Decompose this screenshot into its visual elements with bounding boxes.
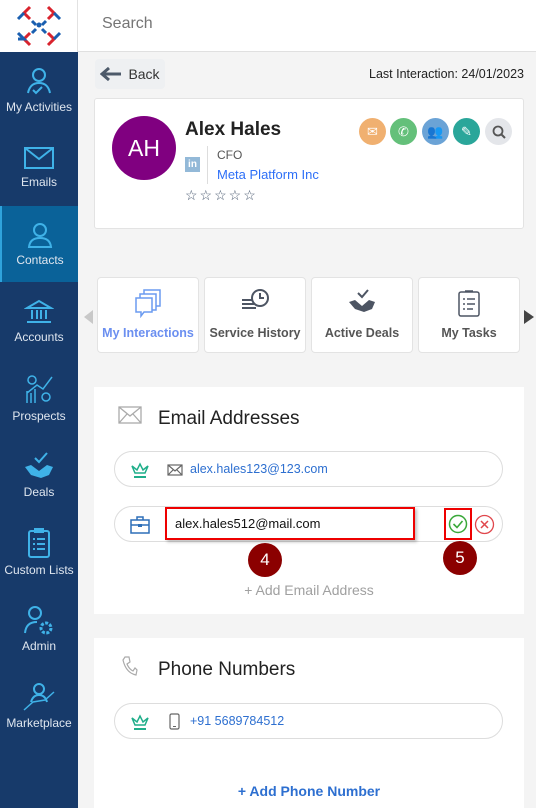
sidebar-item-deals[interactable]: Deals (0, 437, 78, 513)
back-button[interactable]: Back (95, 59, 165, 89)
meeting-action-button[interactable]: 👥 (422, 118, 449, 145)
phone-icon: ✆ (398, 123, 409, 139)
check-circle-icon (448, 514, 468, 534)
envelope-icon: ✉ (367, 123, 378, 139)
sidebar-item-prospects[interactable]: Prospects (0, 360, 78, 436)
app-logo[interactable] (0, 0, 78, 52)
arrow-left-icon (100, 67, 122, 81)
sidebar-item-admin[interactable]: Admin (0, 591, 78, 667)
star-rating[interactable]: ☆☆☆☆☆ (185, 187, 258, 204)
user-icon (27, 223, 53, 248)
clipboard-list-icon (458, 290, 480, 317)
email-row-primary: alex.hales123@123.com (114, 451, 503, 487)
envelope-icon (24, 147, 54, 169)
bank-icon (24, 299, 54, 323)
crown-icon (131, 462, 149, 478)
sidebar-item-label: My Activities (5, 100, 72, 114)
sidebar-item-label: Marketplace (6, 716, 72, 730)
handshake-icon (25, 452, 53, 478)
user-gear-icon (24, 606, 53, 635)
search-icon (492, 125, 506, 139)
search-input[interactable] (102, 15, 402, 33)
clipboard-list-icon (28, 528, 50, 558)
section-title: Phone Numbers (158, 659, 296, 680)
tab-active-deals[interactable]: Active Deals (311, 277, 413, 353)
sidebar: My Activities Emails Contacts Accounts P… (0, 52, 78, 808)
last-interaction: Last Interaction: 24/01/2023 (369, 67, 524, 81)
sidebar-item-label: Deals (23, 485, 55, 499)
history-clock-icon (242, 289, 269, 309)
tab-my-interactions[interactable]: My Interactions (97, 277, 199, 353)
crown-icon (131, 714, 149, 730)
phone-primary-link[interactable]: +91 5689784512 (190, 714, 284, 728)
handshake-icon (349, 289, 375, 312)
avatar: AH (112, 116, 176, 180)
sidebar-item-label: Emails (20, 175, 57, 189)
tab-my-tasks[interactable]: My Tasks (418, 277, 520, 353)
briefcase-icon (130, 516, 150, 534)
tab-label: My Tasks (441, 326, 497, 340)
chat-stack-icon (135, 289, 161, 318)
add-phone-number-button[interactable]: + Add Phone Number (94, 783, 524, 799)
note-action-button[interactable]: ✎ (453, 118, 480, 145)
back-label: Back (128, 66, 160, 82)
sidebar-item-emails[interactable]: Emails (0, 129, 78, 205)
chart-gear-icon (26, 375, 53, 403)
logo-icon (16, 5, 61, 47)
tab-label: Service History (209, 326, 301, 340)
users-icon: 👥 (427, 123, 444, 139)
add-email-address-button[interactable]: + Add Email Address (94, 582, 524, 598)
sidebar-item-marketplace[interactable]: Marketplace (0, 668, 78, 744)
sidebar-item-contacts[interactable]: Contacts (0, 206, 78, 282)
user-check-icon (27, 68, 51, 95)
email-primary-link[interactable]: alex.hales123@123.com (190, 462, 328, 476)
divider (207, 146, 208, 184)
sidebar-item-label: Admin (21, 639, 56, 653)
envelope-icon (118, 406, 142, 424)
contact-company-link[interactable]: Meta Platform Inc (217, 167, 319, 182)
linkedin-icon[interactable]: in (185, 157, 200, 172)
sidebar-item-label: Accounts (14, 330, 64, 344)
tab-service-history[interactable]: Service History (204, 277, 306, 353)
sidebar-item-label: Prospects (12, 409, 66, 423)
tab-label: Active Deals (324, 326, 400, 340)
section-title: Email Addresses (158, 408, 300, 429)
search-action-button[interactable] (485, 118, 512, 145)
tabs-scroll-right[interactable] (524, 310, 534, 324)
sidebar-item-label: Custom Lists (4, 563, 74, 577)
call-action-button[interactable]: ✆ (390, 118, 417, 145)
email-addresses-section: Email Addresses alex.hales123@123.com + … (94, 387, 524, 614)
contact-title: CFO (217, 148, 243, 162)
clipboard-pen-icon: ✎ (461, 123, 472, 139)
phone-icon (122, 656, 138, 676)
marketplace-icon (23, 683, 55, 711)
confirm-email-button[interactable] (444, 508, 472, 540)
sidebar-item-label: Contacts (16, 253, 64, 267)
tab-label: My Interactions (102, 326, 194, 340)
mobile-icon (169, 713, 180, 730)
contact-name: Alex Hales (185, 119, 282, 140)
step-badge-5: 5 (443, 541, 477, 575)
phone-row-primary: +91 5689784512 (114, 703, 503, 739)
sidebar-item-custom-lists[interactable]: Custom Lists (0, 514, 78, 590)
phone-numbers-section: Phone Numbers +91 5689784512 + Add Phone… (94, 638, 524, 808)
tabs-scroll-left[interactable] (84, 310, 93, 324)
email-action-button[interactable]: ✉ (359, 118, 386, 145)
top-header (78, 0, 536, 52)
sidebar-item-accounts[interactable]: Accounts (0, 283, 78, 359)
contact-profile-card: AH Alex Hales in CFO Meta Platform Inc ☆… (94, 98, 524, 229)
step-badge-4: 4 (248, 543, 282, 577)
sidebar-item-my-activities[interactable]: My Activities (0, 52, 78, 128)
cancel-email-button[interactable] (474, 514, 495, 535)
envelope-icon (167, 464, 183, 476)
email-edit-input[interactable] (165, 507, 415, 540)
